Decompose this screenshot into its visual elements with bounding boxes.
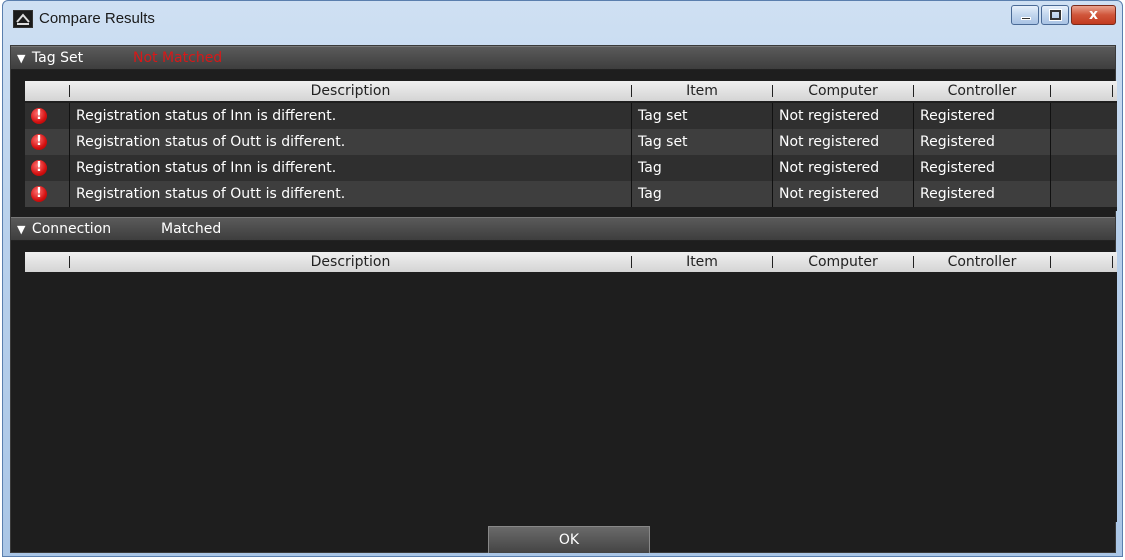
minimize-icon — [1021, 17, 1031, 20]
dialog-content: ▼ Tag Set Not Matched Description Item C… — [10, 45, 1117, 553]
column-item[interactable]: Item — [632, 252, 772, 272]
column-item[interactable]: Item — [632, 81, 772, 101]
column-separator[interactable] — [1112, 256, 1113, 268]
cell-divider — [1050, 129, 1051, 155]
tagset-table: ! Registration status of Inn is differen… — [25, 101, 1117, 211]
collapse-arrow-icon[interactable]: ▼ — [17, 223, 25, 236]
app-icon[interactable] — [13, 10, 33, 28]
error-icon: ! — [31, 160, 47, 176]
row-computer: Not registered — [779, 186, 880, 202]
tagset-section-header[interactable]: ▼ Tag Set Not Matched — [11, 46, 1115, 70]
row-description: Registration status of Inn is different. — [76, 108, 337, 124]
row-computer: Not registered — [779, 108, 880, 124]
tagset-section-title: Tag Set — [31, 50, 84, 66]
connection-status: Matched — [161, 221, 222, 237]
close-icon: x — [1088, 7, 1099, 23]
column-separator[interactable] — [1050, 85, 1051, 97]
error-icon: ! — [31, 186, 47, 202]
maximize-icon — [1050, 10, 1061, 20]
compare-results-window: Compare Results x ▼ Tag Set Not Matched … — [2, 0, 1123, 557]
ok-button[interactable]: OK — [488, 526, 650, 553]
row-item: Tag set — [638, 134, 688, 150]
column-controller[interactable]: Controller — [914, 81, 1050, 101]
row-computer: Not registered — [779, 134, 880, 150]
tagset-column-header: Description Item Computer Controller — [25, 81, 1117, 101]
column-description[interactable]: Description — [70, 252, 631, 272]
table-row[interactable]: ! Registration status of Inn is differen… — [25, 155, 1117, 181]
title-bar[interactable]: Compare Results x — [3, 1, 1122, 41]
row-item: Tag — [638, 160, 662, 176]
connection-column-header: Description Item Computer Controller — [25, 252, 1117, 272]
connection-table — [25, 272, 1117, 522]
row-controller: Registered — [920, 186, 995, 202]
collapse-arrow-icon[interactable]: ▼ — [17, 52, 25, 65]
row-computer: Not registered — [779, 160, 880, 176]
row-controller: Registered — [920, 160, 995, 176]
column-description[interactable]: Description — [70, 81, 631, 101]
cell-divider — [1050, 155, 1051, 181]
window-controls: x — [1009, 5, 1116, 25]
connection-section-title: Connection — [31, 221, 112, 237]
cell-divider — [1050, 103, 1051, 129]
column-computer[interactable]: Computer — [773, 252, 913, 272]
row-description: Registration status of Inn is different. — [76, 160, 337, 176]
row-controller: Registered — [920, 108, 995, 124]
close-button[interactable]: x — [1071, 5, 1116, 25]
row-item: Tag — [638, 186, 662, 202]
column-separator[interactable] — [1112, 85, 1113, 97]
window-title: Compare Results — [39, 10, 155, 27]
column-separator[interactable] — [1050, 256, 1051, 268]
maximize-button[interactable] — [1041, 5, 1069, 25]
table-row[interactable]: ! Registration status of Outt is differe… — [25, 181, 1117, 207]
connection-section-header[interactable]: ▼ Connection Matched — [11, 217, 1115, 241]
row-description: Registration status of Outt is different… — [76, 134, 346, 150]
error-icon: ! — [31, 134, 47, 150]
minimize-button[interactable] — [1011, 5, 1039, 25]
row-controller: Registered — [920, 134, 995, 150]
row-item: Tag set — [638, 108, 688, 124]
cell-divider — [1050, 181, 1051, 207]
table-row[interactable]: ! Registration status of Outt is differe… — [25, 129, 1117, 155]
tagset-status: Not Matched — [133, 50, 223, 66]
column-controller[interactable]: Controller — [914, 252, 1050, 272]
row-description: Registration status of Outt is different… — [76, 186, 346, 202]
table-row[interactable]: ! Registration status of Inn is differen… — [25, 103, 1117, 129]
error-icon: ! — [31, 108, 47, 124]
column-computer[interactable]: Computer — [773, 81, 913, 101]
